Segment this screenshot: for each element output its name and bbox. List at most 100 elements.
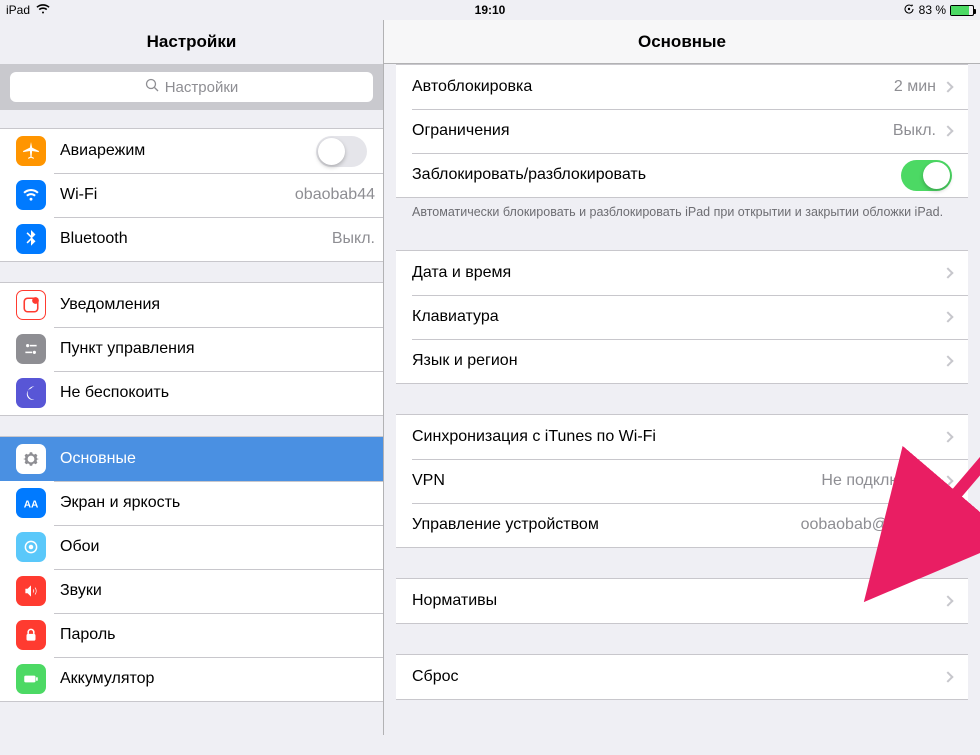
- sidebar-item-control-center[interactable]: Пункт управления: [0, 327, 383, 371]
- restrictions-value: Выкл.: [893, 122, 936, 140]
- vpn-value: Не подключено: [821, 472, 936, 490]
- chevron-right-icon: [942, 125, 953, 136]
- row-lock-unlock[interactable]: Заблокировать/разблокировать: [396, 153, 968, 197]
- sidebar-item-dnd[interactable]: Не беспокоить: [0, 371, 383, 415]
- bluetooth-value: Выкл.: [332, 230, 375, 248]
- sidebar-item-label: Пункт управления: [60, 340, 383, 358]
- sidebar-title: Настройки: [0, 20, 383, 64]
- device-name: iPad: [6, 3, 30, 17]
- sidebar-item-label: Bluetooth: [60, 230, 332, 248]
- row-label: Дата и время: [412, 264, 944, 282]
- sidebar-group-notifications: Уведомления Пункт управления Не беспокои…: [0, 282, 383, 416]
- row-vpn[interactable]: VPN Не подключено: [396, 459, 968, 503]
- sidebar-item-sounds[interactable]: Звуки: [0, 569, 383, 613]
- search-wrap: Настройки: [0, 64, 383, 110]
- battery-icon: [950, 5, 974, 16]
- chevron-right-icon: [942, 520, 953, 531]
- chevron-right-icon: [942, 672, 953, 683]
- detail-pane: Основные Автоблокировка 2 мин Ограничени…: [384, 20, 980, 735]
- detail-group-lock: Автоблокировка 2 мин Ограничения Выкл. З…: [396, 64, 968, 198]
- sidebar-item-battery[interactable]: Аккумулятор: [0, 657, 383, 701]
- row-restrictions[interactable]: Ограничения Выкл.: [396, 109, 968, 153]
- sidebar-group-device: Основные AA Экран и яркость Обои Звуки П…: [0, 436, 383, 702]
- battery-percent: 83 %: [919, 3, 946, 17]
- row-profiles[interactable]: Управление устройством oobaobab@mail.ru: [396, 503, 968, 547]
- row-label: Ограничения: [412, 122, 893, 140]
- chevron-right-icon: [942, 81, 953, 92]
- control-center-icon: [16, 334, 46, 364]
- sidebar-item-label: Wi-Fi: [60, 186, 295, 204]
- sidebar-item-label: Звуки: [60, 582, 383, 600]
- row-keyboard[interactable]: Клавиатура: [396, 295, 968, 339]
- status-bar: iPad 19:10 83 %: [0, 0, 980, 20]
- wifi-value: obaobab44: [295, 186, 375, 204]
- row-label: Язык и регион: [412, 352, 944, 370]
- row-autolock[interactable]: Автоблокировка 2 мин: [396, 65, 968, 109]
- chevron-right-icon: [942, 432, 953, 443]
- detail-title: Основные: [384, 20, 980, 64]
- dnd-icon: [16, 378, 46, 408]
- airplane-switch[interactable]: [316, 136, 367, 167]
- chevron-right-icon: [942, 356, 953, 367]
- detail-group-regulatory: Нормативы: [396, 578, 968, 624]
- detail-group-reset: Сброс: [396, 654, 968, 700]
- row-datetime[interactable]: Дата и время: [396, 251, 968, 295]
- settings-sidebar: Настройки Настройки Авиарежим Wi-Fi obao…: [0, 20, 384, 735]
- search-icon: [145, 78, 159, 96]
- wallpaper-icon: [16, 532, 46, 562]
- row-label: Нормативы: [412, 592, 944, 610]
- airplane-icon: [16, 136, 46, 166]
- row-itunes-wifi[interactable]: Синхронизация с iTunes по Wi-Fi: [396, 415, 968, 459]
- battery-settings-icon: [16, 664, 46, 694]
- sidebar-item-notifications[interactable]: Уведомления: [0, 283, 383, 327]
- sidebar-item-label: Не беспокоить: [60, 384, 383, 402]
- wifi-icon: [16, 180, 46, 210]
- chevron-right-icon: [942, 268, 953, 279]
- search-placeholder: Настройки: [165, 79, 239, 96]
- gear-icon: [16, 444, 46, 474]
- chevron-right-icon: [942, 596, 953, 607]
- clock: 19:10: [475, 3, 506, 17]
- autolock-value: 2 мин: [894, 78, 936, 96]
- bluetooth-icon: [16, 224, 46, 254]
- search-input[interactable]: Настройки: [10, 72, 373, 102]
- lock-unlock-switch[interactable]: [901, 160, 952, 191]
- row-language[interactable]: Язык и регион: [396, 339, 968, 383]
- passcode-icon: [16, 620, 46, 650]
- sidebar-item-wallpaper[interactable]: Обои: [0, 525, 383, 569]
- sounds-icon: [16, 576, 46, 606]
- row-label: Клавиатура: [412, 308, 944, 326]
- sidebar-item-label: Авиарежим: [60, 142, 316, 160]
- sidebar-group-connectivity: Авиарежим Wi-Fi obaobab44 Bluetooth Выкл…: [0, 128, 383, 262]
- row-label: VPN: [412, 472, 821, 490]
- wifi-icon: [36, 3, 50, 17]
- detail-group-sync: Синхронизация с iTunes по Wi-Fi VPN Не п…: [396, 414, 968, 548]
- row-reset[interactable]: Сброс: [396, 655, 968, 699]
- notifications-icon: [16, 290, 46, 320]
- sidebar-item-airplane[interactable]: Авиарежим: [0, 129, 383, 173]
- sidebar-item-bluetooth[interactable]: Bluetooth Выкл.: [0, 217, 383, 261]
- rotation-lock-icon: [903, 3, 915, 18]
- sidebar-item-wifi[interactable]: Wi-Fi obaobab44: [0, 173, 383, 217]
- sidebar-item-label: Уведомления: [60, 296, 383, 314]
- sidebar-item-general[interactable]: Основные: [0, 437, 383, 481]
- lock-unlock-footer: Автоматически блокировать и разблокирова…: [396, 198, 968, 220]
- sidebar-item-label: Экран и яркость: [60, 494, 383, 512]
- sidebar-item-passcode[interactable]: Пароль: [0, 613, 383, 657]
- row-label: Синхронизация с iTunes по Wi-Fi: [412, 428, 944, 446]
- sidebar-item-label: Пароль: [60, 626, 383, 644]
- row-regulatory[interactable]: Нормативы: [396, 579, 968, 623]
- sidebar-item-label: Аккумулятор: [60, 670, 383, 688]
- detail-group-dtk: Дата и время Клавиатура Язык и регион: [396, 250, 968, 384]
- display-icon: AA: [16, 488, 46, 518]
- chevron-right-icon: [942, 312, 953, 323]
- profiles-value: oobaobab@mail.ru: [801, 516, 936, 534]
- svg-text:AA: AA: [24, 500, 39, 511]
- chevron-right-icon: [942, 476, 953, 487]
- sidebar-item-display[interactable]: AA Экран и яркость: [0, 481, 383, 525]
- sidebar-item-label: Обои: [60, 538, 383, 556]
- row-label: Заблокировать/разблокировать: [412, 166, 901, 184]
- row-label: Автоблокировка: [412, 78, 894, 96]
- sidebar-item-label: Основные: [60, 450, 383, 468]
- row-label: Управление устройством: [412, 516, 801, 534]
